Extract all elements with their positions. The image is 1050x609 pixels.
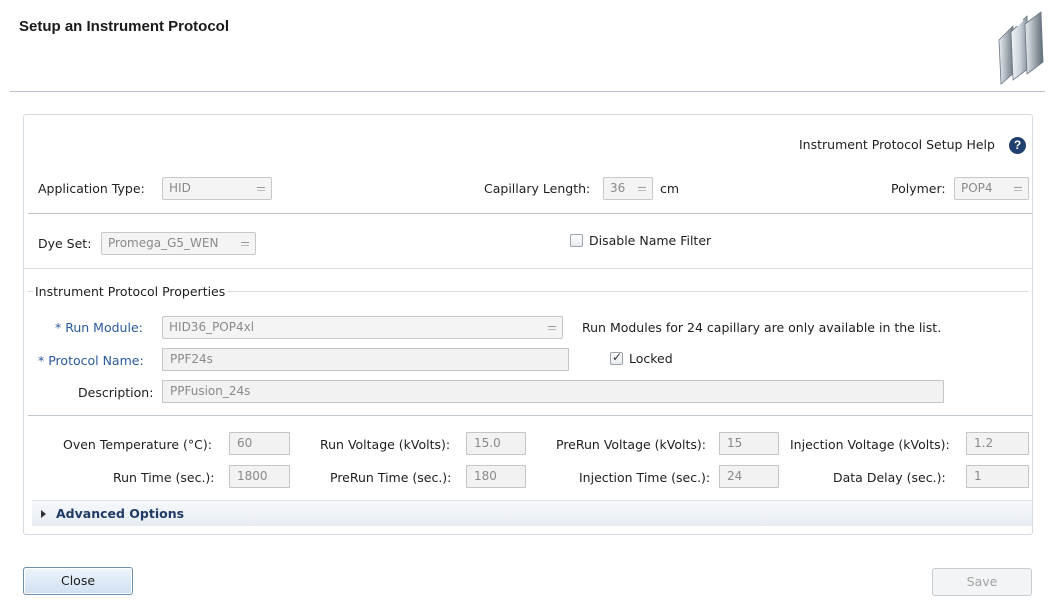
polymer-select[interactable]: POP4 bbox=[954, 177, 1029, 200]
required-mark: * bbox=[55, 320, 62, 335]
dye-set-label: Dye Set: bbox=[38, 236, 92, 251]
protocol-dialog: Setup an Instrument Protocol Instrument … bbox=[0, 0, 1050, 609]
polymer-label: Polymer: bbox=[891, 181, 946, 196]
capillary-length-select[interactable]: 36 bbox=[603, 177, 653, 200]
required-mark: * bbox=[38, 353, 45, 368]
capillary-length-unit: cm bbox=[660, 181, 680, 196]
description-input[interactable]: PPFusion_24s bbox=[162, 380, 944, 403]
advanced-options-label: Advanced Options bbox=[56, 506, 185, 521]
prerun-time-input[interactable]: 180 bbox=[466, 465, 526, 488]
locked-checkbox[interactable] bbox=[610, 350, 623, 365]
dialog-title: Setup an Instrument Protocol bbox=[19, 18, 230, 35]
disable-name-filter-label: Disable Name Filter bbox=[589, 233, 712, 248]
close-button[interactable]: Close bbox=[23, 567, 133, 595]
divider bbox=[28, 415, 1032, 416]
run-module-label-text: Run Module: bbox=[65, 320, 143, 335]
dropdown-arrow-icon bbox=[548, 326, 556, 330]
oven-temperature-input[interactable]: 60 bbox=[229, 432, 290, 455]
application-type-value: HID bbox=[169, 181, 191, 195]
protocol-name-label-text: Protocol Name: bbox=[48, 353, 144, 368]
dropdown-arrow-icon bbox=[1014, 187, 1022, 191]
dye-set-select[interactable]: Promega_G5_WEN bbox=[101, 232, 256, 255]
injection-voltage-label: Injection Voltage (kVolts): bbox=[790, 437, 950, 452]
polymer-value: POP4 bbox=[961, 181, 993, 195]
help-icon[interactable]: ? bbox=[1009, 137, 1026, 154]
run-voltage-input[interactable]: 15.0 bbox=[466, 432, 526, 455]
properties-legend: Instrument Protocol Properties bbox=[33, 284, 228, 299]
capillary-length-value: 36 bbox=[610, 181, 626, 195]
run-module-value: HID36_POP4xl bbox=[169, 320, 255, 334]
injection-voltage-input[interactable]: 1.2 bbox=[966, 432, 1029, 455]
dialog-header: Setup an Instrument Protocol bbox=[10, 0, 1045, 92]
description-label: Description: bbox=[78, 385, 154, 400]
advanced-options-expander[interactable]: Advanced Options bbox=[32, 500, 1032, 526]
prerun-voltage-label: PreRun Voltage (kVolts): bbox=[556, 437, 706, 452]
dye-set-value: Promega_G5_WEN bbox=[108, 236, 219, 250]
dropdown-arrow-icon bbox=[638, 187, 646, 191]
run-time-label: Run Time (sec.): bbox=[113, 470, 215, 485]
protocol-name-input[interactable]: PPF24s bbox=[162, 348, 569, 371]
help-link[interactable]: Instrument Protocol Setup Help bbox=[799, 137, 995, 152]
data-delay-input[interactable]: 1 bbox=[966, 465, 1029, 488]
injection-time-input[interactable]: 24 bbox=[719, 465, 779, 488]
application-type-label: Application Type: bbox=[38, 181, 145, 196]
divider bbox=[28, 213, 1032, 214]
run-module-select[interactable]: HID36_POP4xl bbox=[162, 316, 563, 339]
dropdown-arrow-icon bbox=[241, 242, 249, 246]
expand-arrow-icon bbox=[41, 510, 46, 518]
prerun-time-label: PreRun Time (sec.): bbox=[330, 470, 452, 485]
dropdown-arrow-icon bbox=[257, 187, 265, 191]
instrument-logo-icon bbox=[998, 11, 1044, 85]
run-time-input[interactable]: 1800 bbox=[229, 465, 290, 488]
capillary-length-label: Capillary Length: bbox=[484, 181, 591, 196]
locked-label: Locked bbox=[629, 351, 673, 366]
save-button[interactable]: Save bbox=[932, 568, 1032, 596]
oven-temperature-label: Oven Temperature (°C): bbox=[63, 437, 212, 452]
run-module-note: Run Modules for 24 capillary are only av… bbox=[582, 320, 942, 335]
divider bbox=[24, 268, 1032, 269]
run-module-label: * Run Module: bbox=[55, 320, 143, 335]
injection-time-label: Injection Time (sec.): bbox=[579, 470, 711, 485]
run-voltage-label: Run Voltage (kVolts): bbox=[320, 437, 451, 452]
data-delay-label: Data Delay (sec.): bbox=[833, 470, 946, 485]
protocol-name-label: * Protocol Name: bbox=[38, 353, 144, 368]
disable-name-filter-checkbox[interactable] bbox=[570, 234, 583, 247]
prerun-voltage-input[interactable]: 15 bbox=[719, 432, 779, 455]
application-type-select[interactable]: HID bbox=[162, 177, 272, 200]
